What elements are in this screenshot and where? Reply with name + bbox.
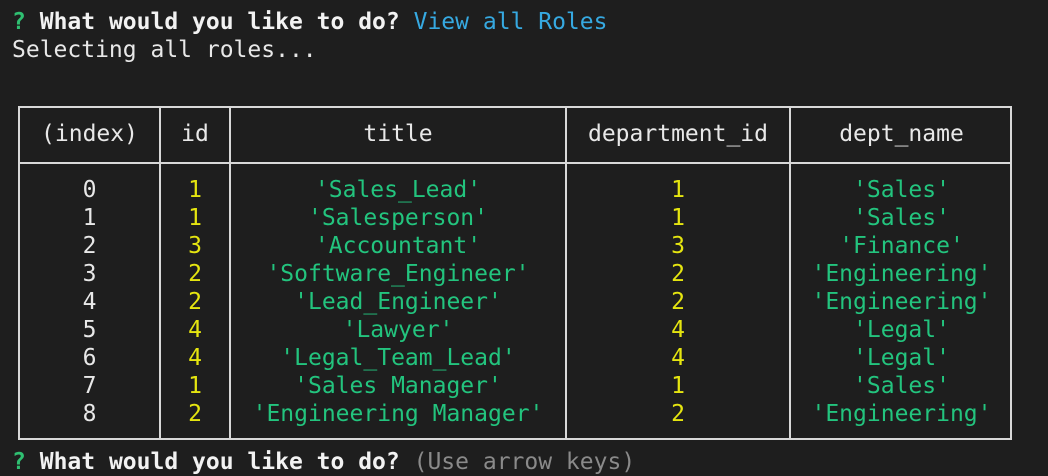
cell-dept-name: 'Engineering' xyxy=(811,261,992,287)
header-id: id xyxy=(181,121,209,147)
header-separator xyxy=(20,162,1010,164)
next-prompt-question: What would you like to do? xyxy=(39,449,400,475)
cell-id: 4 xyxy=(188,317,202,343)
cell-title: 'Lawyer' xyxy=(342,317,454,343)
cell-id: 1 xyxy=(188,373,202,399)
header-dept-name: dept_name xyxy=(839,121,964,147)
cell-dept-name: 'Sales' xyxy=(853,177,950,203)
table-row: 4 2 'Lead_Engineer' 2 'Engineering' xyxy=(20,288,1010,316)
table-body: 0 1 'Sales_Lead' 1 'Sales' 1 1 'Salesperson' 1 'S… xyxy=(20,176,1010,428)
next-prompt-hint: (Use arrow keys) xyxy=(413,449,636,475)
cell-title: 'Sales_Lead' xyxy=(314,177,482,203)
cell-department-id: 2 xyxy=(671,261,685,287)
cell-title: 'Sales Manager' xyxy=(294,373,502,399)
cell-title: 'Software_Engineer' xyxy=(266,261,530,287)
status-line: Selecting all roles... xyxy=(12,37,317,63)
cell-id: 1 xyxy=(188,205,202,231)
cell-title: 'Engineering Manager' xyxy=(252,401,544,427)
cell-index: 1 xyxy=(82,205,97,231)
table-row: 2 3 'Accountant' 3 'Finance' xyxy=(20,232,1010,260)
cell-index: 7 xyxy=(82,373,97,399)
header-title: title xyxy=(363,121,433,147)
table-row: 8 2 'Engineering Manager' 2 'Engineering' xyxy=(20,400,1010,428)
question-mark-icon: ? xyxy=(12,9,26,35)
next-prompt-line: ? What would you like to do? (Use arrow … xyxy=(12,448,635,476)
cell-department-id: 4 xyxy=(671,317,685,343)
cell-dept-name: 'Sales' xyxy=(853,205,950,231)
cell-id: 3 xyxy=(188,233,202,259)
table-row: 7 1 'Sales Manager' 1 'Sales' xyxy=(20,372,1010,400)
question-mark-icon: ? xyxy=(12,449,26,475)
cell-index: 6 xyxy=(82,345,97,371)
prompt-line: ? What would you like to do? View all Ro… xyxy=(12,8,607,36)
cell-index: 2 xyxy=(82,233,97,259)
cell-title: 'Salesperson' xyxy=(307,205,488,231)
cell-index: 0 xyxy=(82,177,97,203)
cell-dept-name: 'Finance' xyxy=(839,233,964,259)
cell-id: 2 xyxy=(188,401,202,427)
cell-dept-name: 'Legal' xyxy=(853,317,950,343)
prompt-question: What would you like to do? xyxy=(39,9,400,35)
cell-department-id: 1 xyxy=(671,205,685,231)
table-row: 6 4 'Legal_Team_Lead' 4 'Legal' xyxy=(20,344,1010,372)
cell-department-id: 1 xyxy=(671,177,685,203)
header-department-id: department_id xyxy=(587,121,768,147)
table-row: 3 2 'Software_Engineer' 2 'Engineering' xyxy=(20,260,1010,288)
cell-id: 1 xyxy=(188,177,202,203)
cell-index: 3 xyxy=(82,261,97,287)
cell-department-id: 3 xyxy=(671,233,685,259)
cell-title: 'Legal_Team_Lead' xyxy=(280,345,516,371)
prompt-answer[interactable]: View all Roles xyxy=(414,9,608,35)
cell-department-id: 2 xyxy=(671,289,685,315)
cell-id: 2 xyxy=(188,289,202,315)
cell-title: 'Lead_Engineer' xyxy=(294,289,502,315)
roles-table: (index) id title department_id dept_name… xyxy=(18,106,1012,440)
cell-title: 'Accountant' xyxy=(314,233,482,259)
cell-department-id: 2 xyxy=(671,401,685,427)
cell-id: 4 xyxy=(188,345,202,371)
cell-department-id: 1 xyxy=(671,373,685,399)
cell-id: 2 xyxy=(188,261,202,287)
header-index: (index) xyxy=(41,121,138,147)
cell-dept-name: 'Engineering' xyxy=(811,401,992,427)
cell-dept-name: 'Engineering' xyxy=(811,289,992,315)
table-row: 0 1 'Sales_Lead' 1 'Sales' xyxy=(20,176,1010,204)
cell-department-id: 4 xyxy=(671,345,685,371)
cell-index: 4 xyxy=(82,289,97,315)
table-row: 5 4 'Lawyer' 4 'Legal' xyxy=(20,316,1010,344)
cell-dept-name: 'Legal' xyxy=(853,345,950,371)
table-row: 1 1 'Salesperson' 1 'Sales' xyxy=(20,204,1010,232)
cell-dept-name: 'Sales' xyxy=(853,373,950,399)
cell-index: 8 xyxy=(82,401,97,427)
cell-index: 5 xyxy=(82,317,97,343)
